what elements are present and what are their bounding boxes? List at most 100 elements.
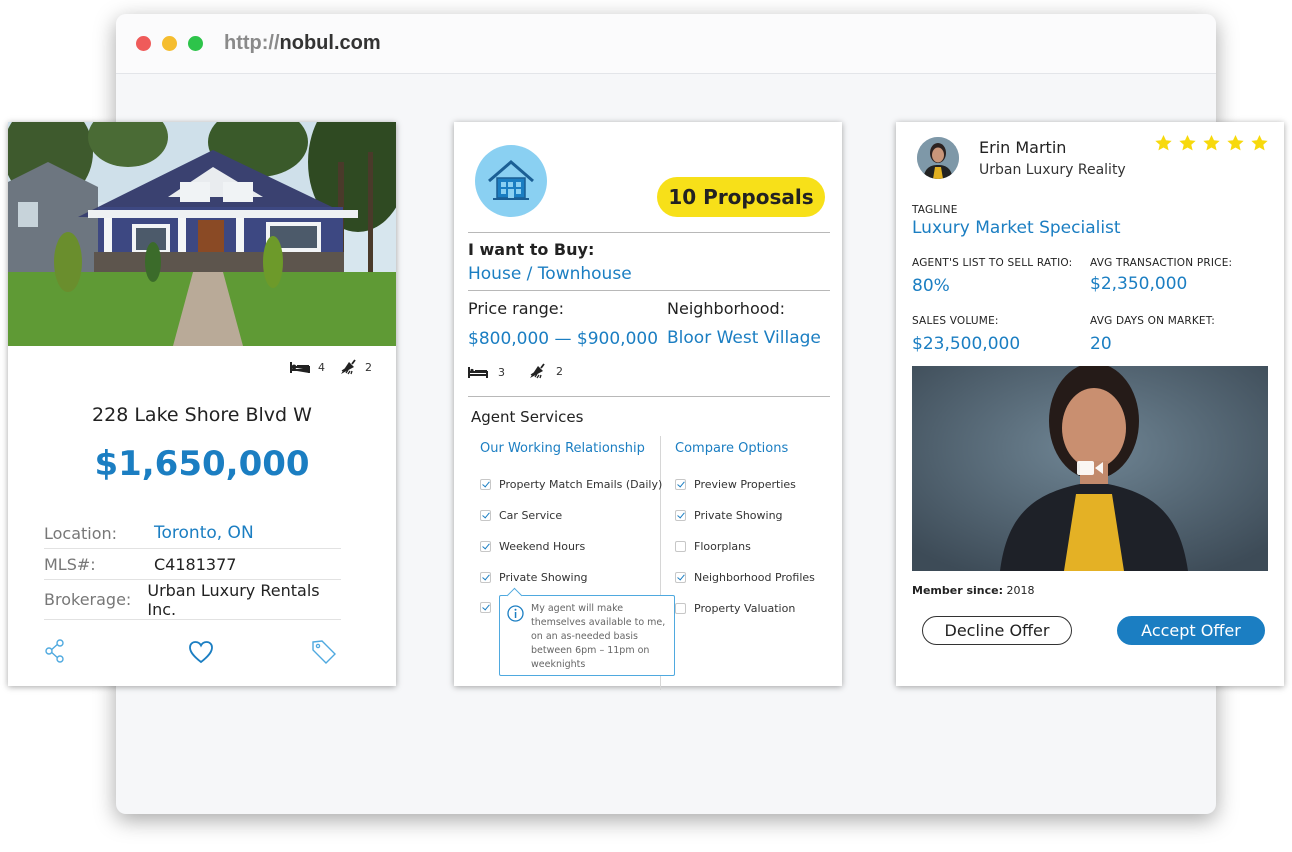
service-checkbox[interactable]: Private Showing — [480, 571, 588, 584]
option-checkbox[interactable]: Private Showing — [675, 509, 783, 522]
bed-amenity: 4 — [290, 360, 325, 374]
home-icon — [475, 145, 547, 217]
checkbox-checked[interactable] — [480, 602, 491, 613]
listing-baths: 2 — [365, 360, 372, 374]
bath-amenity: 2 — [339, 358, 372, 376]
bed-icon — [290, 362, 310, 373]
address-bar[interactable]: http://nobul.com — [224, 32, 381, 55]
star-icon — [1227, 134, 1244, 151]
stat-value: 20 — [1090, 334, 1112, 354]
avatar — [917, 137, 959, 179]
buyer-request-card[interactable]: 10 Proposals I want to Buy: House / Town… — [454, 122, 842, 690]
request-baths: 2 — [528, 362, 563, 380]
working-relationship-title: Our Working Relationship — [480, 441, 645, 456]
star-icon — [1203, 134, 1220, 151]
option-checkbox[interactable]: Floorplans — [675, 540, 751, 553]
minimize-window-button[interactable] — [162, 36, 177, 51]
neighborhood-value: Bloor West Village — [667, 328, 821, 348]
maximize-window-button[interactable] — [188, 36, 203, 51]
share-icon[interactable] — [44, 638, 66, 664]
option-label: Neighborhood Profiles — [694, 571, 815, 584]
rating-stars — [1154, 134, 1269, 152]
option-label: Floorplans — [694, 540, 751, 553]
agent-card[interactable]: Erin Martin Urban Luxury Reality TAGLINE… — [896, 122, 1284, 686]
tag-icon[interactable] — [310, 638, 338, 666]
member-since: Member since: 2018 — [912, 584, 1035, 597]
decline-offer-button[interactable]: Decline Offer — [922, 616, 1072, 645]
agent-company: Urban Luxury Reality — [979, 162, 1126, 178]
stat-label: AGENT'S LIST TO SELL RATIO: — [912, 257, 1073, 269]
checkbox-unchecked[interactable] — [675, 603, 686, 614]
divider — [468, 396, 830, 397]
heart-icon[interactable] — [188, 640, 214, 664]
checkbox-checked[interactable] — [480, 572, 491, 583]
stat-value: $23,500,000 — [912, 334, 1021, 354]
service-checkbox[interactable]: Property Match Emails (Daily) — [480, 478, 662, 491]
price-range-value: $800,000 — $900,000 — [468, 329, 659, 349]
shower-icon — [530, 363, 545, 379]
checkbox-checked[interactable] — [480, 479, 491, 490]
service-label: Property Match Emails (Daily) — [499, 478, 663, 491]
option-label: Preview Properties — [694, 478, 796, 491]
detail-row-brokerage: Brokerage: Urban Luxury Rentals Inc. — [44, 580, 341, 620]
option-checkbox[interactable]: Property Valuation — [675, 602, 795, 615]
browser-titlebar: http://nobul.com — [116, 14, 1216, 74]
house-photo — [8, 122, 396, 346]
checkbox-checked[interactable] — [480, 510, 491, 521]
tooltip-text: My agent will make themselves available … — [531, 603, 666, 670]
agent-video[interactable] — [912, 366, 1268, 571]
request-baths-count: 2 — [556, 364, 563, 378]
stat-value: $2,350,000 — [1090, 274, 1188, 294]
bed-icon — [468, 367, 488, 378]
stat-label: AVG TRANSACTION PRICE: — [1090, 257, 1233, 269]
compare-options-title: Compare Options — [675, 441, 789, 456]
detail-value: Urban Luxury Rentals Inc. — [147, 580, 320, 619]
request-beds: 3 — [468, 365, 505, 379]
agent-services-title: Agent Services — [471, 408, 584, 426]
option-checkbox[interactable]: Preview Properties — [675, 478, 796, 491]
location-link[interactable]: Toronto, ON — [154, 523, 254, 543]
shower-icon — [341, 359, 356, 375]
checkbox-checked[interactable] — [675, 572, 686, 583]
detail-value: C4181377 — [154, 554, 237, 574]
option-label: Property Valuation — [694, 602, 796, 615]
service-label: Weekend Hours — [499, 540, 586, 553]
divider — [468, 290, 830, 291]
detail-row-location: Location: Toronto, ON — [44, 518, 341, 549]
info-icon — [507, 605, 524, 622]
close-window-button[interactable] — [136, 36, 151, 51]
neighborhood-label: Neighborhood: — [667, 299, 786, 318]
listing-card[interactable]: 4 2 228 Lake Shore Blvd W $1,650,000 Loc… — [8, 122, 396, 686]
url-host: nobul.com — [279, 32, 381, 54]
listing-address: 228 Lake Shore Blvd W — [92, 404, 312, 426]
want-label: I want to Buy: — [468, 240, 595, 259]
option-checkbox[interactable]: Neighborhood Profiles — [675, 571, 815, 584]
service-checkbox[interactable] — [480, 602, 499, 613]
checkbox-checked[interactable] — [675, 510, 686, 521]
proposals-badge[interactable]: 10 Proposals — [657, 177, 825, 217]
accept-offer-button[interactable]: Accept Offer — [1117, 616, 1265, 645]
url-protocol: http:// — [224, 32, 280, 54]
service-tooltip: My agent will make themselves available … — [499, 595, 675, 676]
checkbox-checked[interactable] — [675, 479, 686, 490]
tagline-label: TAGLINE — [912, 204, 958, 216]
checkbox-unchecked[interactable] — [675, 541, 686, 552]
star-icon — [1251, 134, 1268, 151]
stat-value: 80% — [912, 276, 950, 296]
detail-label: Location: — [44, 523, 118, 543]
service-label: Private Showing — [499, 571, 588, 584]
listing-details: Location: Toronto, ON MLS#: C4181377 Bro… — [44, 518, 341, 620]
listing-beds: 4 — [318, 360, 325, 374]
stat-label: AVG DAYS ON MARKET: — [1090, 315, 1215, 327]
request-beds-count: 3 — [498, 365, 505, 379]
member-since-year: 2018 — [1006, 584, 1035, 597]
detail-row-mls: MLS#: C4181377 — [44, 549, 341, 580]
star-icon — [1179, 134, 1196, 151]
service-checkbox[interactable]: Car Service — [480, 509, 562, 522]
tagline-value: Luxury Market Specialist — [912, 218, 1121, 238]
checkbox-checked[interactable] — [480, 541, 491, 552]
video-camera-icon[interactable] — [1076, 459, 1104, 477]
option-label: Private Showing — [694, 509, 783, 522]
service-label: Car Service — [499, 509, 563, 522]
service-checkbox[interactable]: Weekend Hours — [480, 540, 585, 553]
